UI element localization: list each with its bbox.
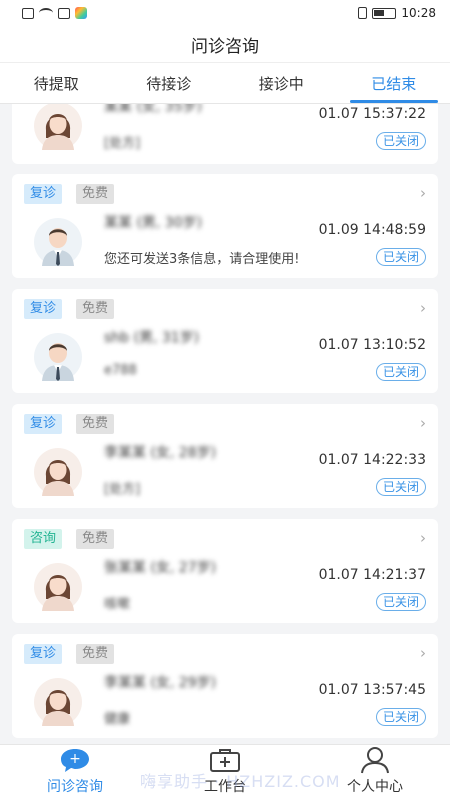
tag-row: 复诊 免费 bbox=[24, 184, 115, 204]
consult-time: 01.07 13:57:45 bbox=[318, 682, 426, 698]
status-badge: 已关闭 bbox=[375, 708, 426, 726]
chevron-right-icon[interactable]: › bbox=[420, 414, 426, 432]
consult-type-tag: 复诊 bbox=[24, 644, 63, 664]
consultation-card[interactable]: 复诊 免费 › 李某某 (女, 28岁) 01.07 14:22:33 [处方] 已关闭 bbox=[12, 404, 438, 508]
free-tag: 免费 bbox=[76, 299, 115, 319]
vibrate-icon bbox=[358, 7, 368, 19]
patient-avatar bbox=[34, 333, 82, 381]
tag-row: 复诊 免费 bbox=[24, 644, 115, 664]
chevron-right-icon[interactable]: › bbox=[420, 529, 426, 547]
patient-avatar bbox=[34, 563, 82, 611]
last-message: [处方] bbox=[104, 482, 141, 497]
last-message: 健康 bbox=[104, 712, 131, 727]
tag-row: 咨询 免费 bbox=[24, 529, 115, 549]
consult-time: 01.07 14:21:37 bbox=[318, 567, 426, 583]
nav-label: 问诊咨询 bbox=[47, 779, 103, 795]
free-tag: 免费 bbox=[76, 184, 115, 204]
chevron-right-icon[interactable]: › bbox=[420, 184, 426, 202]
nav-workbench[interactable]: 工作台 bbox=[150, 745, 300, 800]
chevron-right-icon[interactable]: › bbox=[420, 299, 426, 317]
patient-avatar bbox=[34, 678, 82, 726]
tab-pending-accept[interactable]: 待接诊 bbox=[113, 63, 226, 103]
consult-time: 01.09 14:48:59 bbox=[318, 222, 426, 238]
battery-icon bbox=[372, 7, 397, 19]
patient-name: 某某 (女, 35岁) bbox=[104, 104, 203, 115]
tab-bar: 待提取 待接诊 接诊中 已结束 bbox=[0, 62, 450, 104]
chat-bubble-icon: + bbox=[58, 746, 92, 774]
app-notification-icon bbox=[75, 7, 87, 19]
patient-name: shb (男, 31岁) bbox=[104, 330, 200, 346]
consultation-card[interactable]: 咨询 免费 › 张某某 (女, 27岁) 01.07 14:21:37 咳嗽 已关闭 bbox=[12, 519, 438, 623]
consultation-card[interactable]: 复诊 免费 › 李某某 (女, 29岁) 01.07 13:57:45 健康 已关闭 bbox=[12, 634, 438, 738]
nav-label: 工作台 bbox=[204, 779, 246, 795]
free-tag: 免费 bbox=[76, 414, 115, 434]
patient-name: 李某某 (女, 29岁) bbox=[104, 675, 217, 691]
status-badge: 已关闭 bbox=[375, 132, 426, 150]
nav-consultation[interactable]: + 问诊咨询 bbox=[0, 745, 150, 800]
bottom-nav: + 问诊咨询 工作台 个人中心 bbox=[0, 744, 450, 800]
consult-time: 01.07 14:22:33 bbox=[318, 452, 426, 468]
status-time: 10:28 bbox=[401, 6, 436, 20]
patient-avatar bbox=[34, 448, 82, 496]
status-badge: 已关闭 bbox=[375, 248, 426, 266]
patient-name: 张某某 (女, 27岁) bbox=[104, 560, 217, 576]
patient-name: 某某 (男, 30岁) bbox=[104, 215, 203, 231]
nfc-icon bbox=[58, 7, 70, 19]
last-message: 您还可发送3条信息，请合理使用! bbox=[104, 252, 300, 267]
tab-finished[interactable]: 已结束 bbox=[338, 63, 450, 103]
last-message: e788 bbox=[104, 363, 137, 378]
consultation-card[interactable]: 某某 (女, 35岁) 01.07 15:37:22 [处方] 已关闭 bbox=[12, 104, 438, 164]
patient-name: 李某某 (女, 28岁) bbox=[104, 445, 217, 461]
status-badge: 已关闭 bbox=[375, 593, 426, 611]
medical-kit-icon bbox=[208, 746, 242, 774]
chevron-right-icon[interactable]: › bbox=[420, 644, 426, 662]
tag-row: 复诊 免费 bbox=[24, 299, 115, 319]
tab-in-consultation[interactable]: 接诊中 bbox=[225, 63, 338, 103]
page-title: 问诊咨询 bbox=[0, 26, 450, 62]
last-message: [处方] bbox=[104, 136, 141, 151]
consultation-list[interactable]: 某某 (女, 35岁) 01.07 15:37:22 [处方] 已关闭 复诊 免费 › 某某 … bbox=[0, 104, 450, 744]
nav-profile[interactable]: 个人中心 bbox=[300, 745, 450, 800]
tag-row: 复诊 免费 bbox=[24, 414, 115, 434]
free-tag: 免费 bbox=[76, 529, 115, 549]
patient-avatar bbox=[34, 218, 82, 266]
consult-type-tag: 咨询 bbox=[24, 529, 63, 549]
consult-type-tag: 复诊 bbox=[24, 414, 63, 434]
person-icon bbox=[358, 746, 392, 774]
consult-time: 01.07 13:10:52 bbox=[318, 337, 426, 353]
patient-avatar bbox=[34, 104, 82, 150]
status-badge: 已关闭 bbox=[375, 363, 426, 381]
consult-type-tag: 复诊 bbox=[24, 299, 63, 319]
nav-label: 个人中心 bbox=[347, 779, 403, 795]
consultation-card[interactable]: 复诊 免费 › shb (男, 31岁) 01.07 13:10:52 e788 已关闭 bbox=[12, 289, 438, 393]
consultation-card[interactable]: 复诊 免费 › 某某 (男, 30岁) 01.09 14:48:59 您还可发送3条信息，… bbox=[12, 174, 438, 278]
wifi-icon bbox=[39, 8, 53, 18]
svg-text:+: + bbox=[69, 751, 81, 767]
status-badge: 已关闭 bbox=[375, 478, 426, 496]
free-tag: 免费 bbox=[76, 644, 115, 664]
last-message: 咳嗽 bbox=[104, 597, 131, 612]
sim-icon bbox=[22, 7, 34, 19]
consult-time: 01.07 15:37:22 bbox=[318, 106, 426, 122]
status-bar: 10:28 bbox=[0, 0, 450, 26]
tab-pending-extract[interactable]: 待提取 bbox=[0, 63, 113, 103]
consult-type-tag: 复诊 bbox=[24, 184, 63, 204]
